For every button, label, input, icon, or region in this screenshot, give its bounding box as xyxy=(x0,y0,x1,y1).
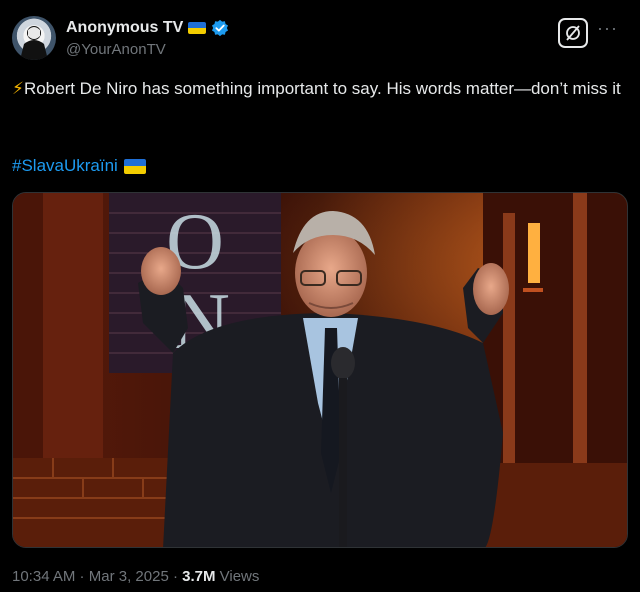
views-count[interactable]: 3.7M xyxy=(182,568,215,585)
anonymous-mask-icon xyxy=(20,26,48,60)
tweet-text: ⚡Robert De Niro has something important … xyxy=(12,76,622,102)
tweet-meta: 10:34 AM · Mar 3, 2025 · 3.7M Views xyxy=(12,568,259,585)
grok-button[interactable] xyxy=(558,18,588,48)
tweet-header: Anonymous TV @YourAnonTV ··· xyxy=(12,14,628,62)
verified-badge-icon[interactable] xyxy=(211,19,229,37)
lightning-emoji-icon: ⚡ xyxy=(12,79,24,98)
avatar[interactable] xyxy=(12,16,56,60)
separator: · xyxy=(168,568,183,585)
display-name[interactable]: Anonymous TV xyxy=(66,19,183,37)
tweet-media[interactable]: O N xyxy=(12,192,628,548)
timestamp-time[interactable]: 10:34 AM xyxy=(12,568,75,585)
separator: · xyxy=(75,568,89,585)
ukraine-flag-icon xyxy=(123,158,146,174)
media-image: O N xyxy=(13,193,627,547)
author-names: Anonymous TV @YourAnonTV xyxy=(66,17,229,58)
hashtag-link[interactable]: #SlavaUkraїni xyxy=(12,153,118,179)
hashtag-line: #SlavaUkraїni xyxy=(12,153,146,179)
tweet-body: Robert De Niro has something important t… xyxy=(23,79,621,98)
grok-icon xyxy=(566,25,580,41)
views-label: Views xyxy=(215,568,260,585)
timestamp-date[interactable]: Mar 3, 2025 xyxy=(89,568,169,585)
author-handle[interactable]: @YourAnonTV xyxy=(66,41,229,58)
more-icon[interactable]: ··· xyxy=(597,18,618,39)
ukraine-flag-icon xyxy=(188,22,207,34)
